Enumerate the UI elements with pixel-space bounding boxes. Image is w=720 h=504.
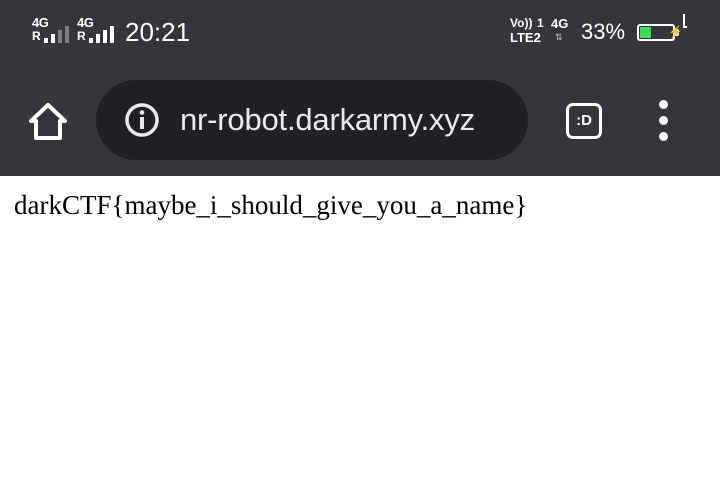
home-icon <box>29 103 67 140</box>
more-options-button[interactable] <box>654 100 674 142</box>
url-text[interactable]: nr-robot.darkarmy.xyz <box>180 98 475 142</box>
data-network-label: 4G <box>551 16 569 31</box>
address-bar[interactable]: nr-robot.darkarmy.xyz <box>96 80 528 160</box>
charging-bolt-icon: ⚡ <box>668 25 683 39</box>
battery-percent: 33% <box>581 19 626 44</box>
sim2-signal-icon: 4G R <box>77 16 121 46</box>
info-icon[interactable] <box>124 102 160 138</box>
charging-plug-icon <box>683 14 687 28</box>
volte-top-label: Vo)) <box>510 16 533 30</box>
page-content: darkCTF{maybe_i_should_give_you_a_name} <box>0 176 720 504</box>
page-body-text: darkCTF{maybe_i_should_give_you_a_name} <box>14 190 528 220</box>
battery-icon: ⚡ <box>637 24 683 41</box>
tab-switcher-label: :D <box>576 112 592 129</box>
battery-fill <box>640 27 651 38</box>
status-bar: 4G R 4G R 20:21 Vo)) 1 LTE2 4G ⇅ 33% ⚡ <box>0 0 720 66</box>
volte-icon: Vo)) 1 LTE2 <box>510 17 550 47</box>
browser-toolbar: nr-robot.darkarmy.xyz :D <box>0 66 720 176</box>
status-clock: 20:21 <box>125 17 191 47</box>
sim1-roaming-label: R <box>32 29 41 43</box>
data-network-icon: 4G ⇅ <box>551 16 569 42</box>
sim2-roaming-label: R <box>77 29 86 43</box>
tab-switcher-button[interactable]: :D <box>566 103 602 139</box>
volte-slot-label: 1 <box>537 16 544 30</box>
home-button[interactable] <box>26 100 70 144</box>
sim1-signal-icon: 4G R <box>32 16 76 46</box>
volte-lte-label: LTE2 <box>510 30 541 45</box>
